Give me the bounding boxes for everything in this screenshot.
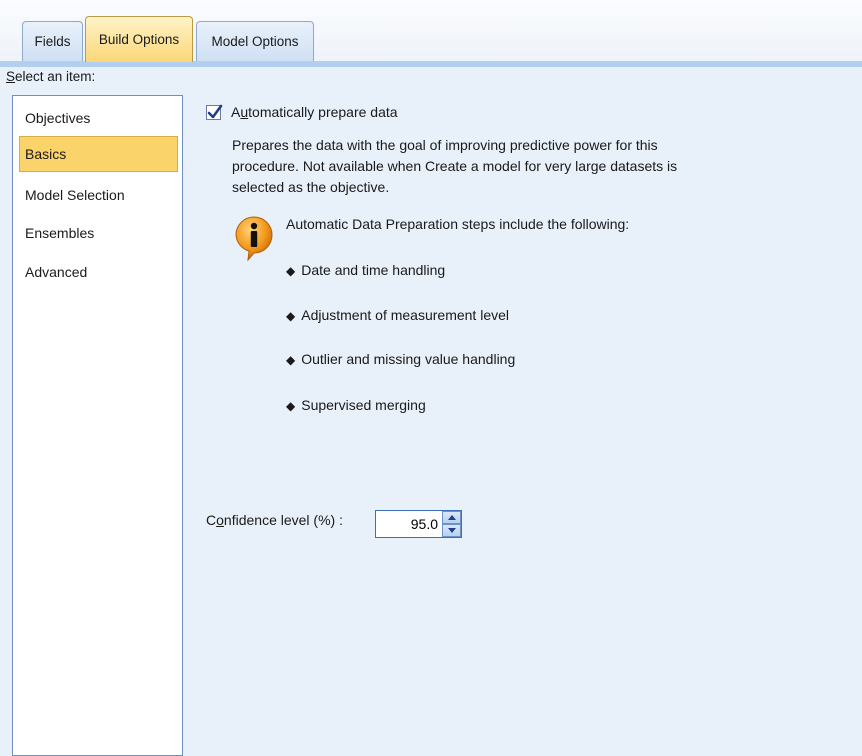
info-icon [232, 215, 276, 264]
list-item-advanced[interactable]: Advanced [19, 254, 178, 290]
list-item-objectives[interactable]: Objectives [19, 100, 178, 136]
step-label: Adjustment of measurement level [301, 307, 509, 323]
auto-prepare-label[interactable]: Automatically prepare data [231, 104, 398, 120]
tab-model-options[interactable]: Model Options [196, 21, 314, 61]
item-list[interactable]: Objectives Basics Model Selection Ensemb… [12, 95, 183, 756]
spin-up-button[interactable] [442, 511, 461, 524]
step-item: ◆ Date and time handling [286, 262, 445, 278]
checkmark-icon [207, 104, 223, 119]
auto-prepare-mnemonic: u [240, 104, 249, 120]
bullet-icon: ◆ [286, 353, 296, 367]
step-label: Date and time handling [301, 262, 446, 278]
arrow-down-icon [448, 528, 456, 533]
confidence-label-start: C [206, 512, 217, 528]
confidence-level-stepper[interactable] [375, 510, 462, 538]
tab-fields[interactable]: Fields [22, 21, 83, 61]
tab-build-options[interactable]: Build Options [85, 16, 193, 62]
bullet-icon: ◆ [286, 309, 296, 323]
steps-intro: Automatic Data Preparation steps include… [286, 216, 630, 232]
confidence-mnemonic: o [216, 512, 224, 528]
confidence-label-rest: nfidence level (%) : [223, 512, 343, 528]
step-item: ◆ Adjustment of measurement level [286, 307, 509, 323]
step-item: ◆ Outlier and missing value handling [286, 351, 515, 367]
spin-down-button[interactable] [442, 524, 461, 537]
confidence-level-label: Confidence level (%) : [206, 512, 343, 528]
arrow-up-icon [448, 515, 456, 520]
bullet-icon: ◆ [286, 399, 296, 413]
auto-prepare-checkbox[interactable] [206, 104, 223, 120]
confidence-level-input[interactable] [376, 511, 442, 537]
select-item-label-text: elect an item: [15, 69, 96, 84]
step-label: Outlier and missing value handling [301, 351, 516, 367]
select-item-mnemonic: S [6, 69, 16, 84]
auto-prepare-label-start: A [231, 104, 241, 120]
select-item-label: Select an item: [6, 69, 95, 84]
tab-strip: Fields Build Options Model Options [0, 0, 862, 62]
list-item-ensembles[interactable]: Ensembles [19, 215, 178, 251]
step-item: ◆ Supervised merging [286, 397, 426, 413]
auto-prepare-description: Prepares the data with the goal of impro… [232, 137, 678, 195]
list-item-basics[interactable]: Basics [19, 136, 178, 172]
step-label: Supervised merging [301, 397, 426, 413]
auto-prepare-label-rest: tomatically prepare data [248, 104, 398, 120]
bullet-icon: ◆ [286, 264, 296, 278]
list-item-model-selection[interactable]: Model Selection [19, 177, 178, 213]
